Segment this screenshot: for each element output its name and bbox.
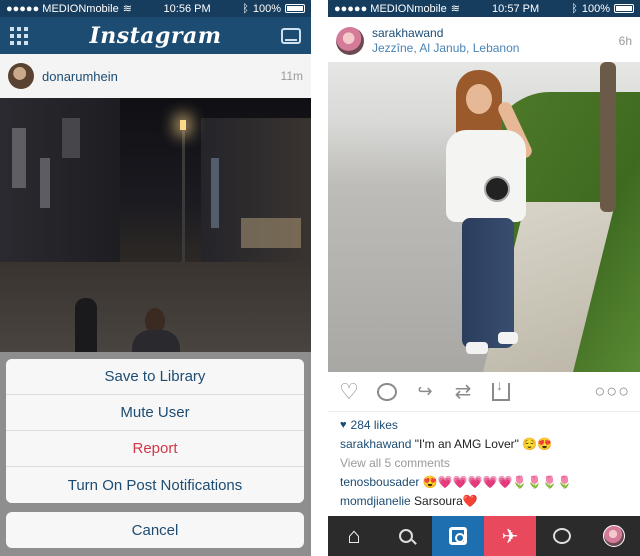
tab-camera[interactable]: [432, 516, 484, 556]
save-to-library-button[interactable]: Save to Library: [6, 359, 304, 395]
bluetooth-icon: ᛒ: [571, 2, 578, 15]
post-actions: ♡ ↪ ⇄ ○○○: [328, 372, 640, 412]
tab-profile[interactable]: [588, 516, 640, 556]
camera-icon: [449, 527, 467, 545]
battery-percent: 100%: [252, 2, 281, 15]
post-header: donarumhein 11m: [0, 54, 311, 98]
likes-count: 284 likes: [350, 418, 398, 432]
post-time: 6h: [618, 33, 632, 48]
comment-row: tenosbousader 😍💗💗💗💗💗🌷🌷🌷🌷: [340, 473, 632, 492]
tab-activity[interactable]: [536, 516, 588, 556]
tab-direct[interactable]: ✈: [484, 516, 536, 556]
carrier-label: ●●●●● MEDIONmobile: [334, 2, 447, 15]
comment-icon[interactable]: [376, 381, 398, 403]
caption-text: "I'm an AMG Lover" 😌😍: [414, 437, 553, 451]
post-location[interactable]: Jezzîne, Al Janub, Lebanon: [372, 41, 619, 56]
cancel-sheet: Cancel: [6, 512, 304, 548]
post-photo[interactable]: [0, 98, 311, 352]
report-button[interactable]: Report: [6, 431, 304, 467]
post-username[interactable]: donarumhein: [42, 69, 281, 84]
status-bar: ●●●●● MEDIONmobile ≋ 10:57 PM ᛒ 100%: [328, 0, 640, 17]
caption-username[interactable]: sarakhawand: [340, 437, 411, 451]
comment-username[interactable]: tenosbousader: [340, 475, 419, 489]
paper-plane-icon: ✈: [501, 525, 519, 548]
likes-row[interactable]: ♥ 284 likes: [340, 416, 632, 435]
building-right: [201, 118, 311, 268]
avatar[interactable]: [336, 26, 364, 55]
clock: 10:56 PM: [163, 2, 211, 15]
likes-heart-icon: ♥: [340, 419, 347, 431]
post-meta: ♥ 284 likes sarakhawand "I'm an AMG Love…: [340, 416, 632, 511]
woman-figure: [438, 70, 548, 370]
tab-search[interactable]: [380, 516, 432, 556]
post-photo[interactable]: [328, 62, 640, 372]
walking-person: [75, 298, 97, 352]
home-icon: ⌂: [347, 523, 361, 548]
status-bar: ●●●●● MEDIONmobile ≋ 10:56 PM ᛒ 100%: [0, 0, 311, 17]
activity-bubble-icon: [553, 528, 571, 544]
search-icon: [399, 529, 413, 543]
bluetooth-icon: ᛒ: [242, 2, 249, 15]
comment-text: 😍💗💗💗💗💗🌷🌷🌷🌷: [422, 475, 573, 489]
carrier-label: ●●●●● MEDIONmobile: [6, 2, 119, 15]
post-header: sarakhawand Jezzîne, Al Janub, Lebanon 6…: [328, 17, 640, 65]
left-screen: ●●●●● MEDIONmobile ≋ 10:56 PM ᛒ 100% Ins…: [0, 0, 311, 556]
amg-logo-icon: [484, 176, 510, 202]
building-left: [0, 98, 120, 268]
grid-icon[interactable]: [10, 26, 30, 45]
like-heart-icon[interactable]: ♡: [338, 379, 360, 404]
lamp-post: [182, 128, 185, 278]
profile-avatar-icon: [603, 525, 625, 547]
post-notifications-button[interactable]: Turn On Post Notifications: [6, 467, 304, 503]
avatar[interactable]: [8, 63, 34, 89]
mute-user-button[interactable]: Mute User: [6, 395, 304, 431]
wifi-icon: ≋: [122, 3, 132, 15]
wifi-icon: ≋: [450, 3, 460, 15]
comment-row: momdjianelie Sarsoura❤️: [340, 492, 632, 511]
battery-percent: 100%: [581, 2, 610, 15]
more-options-icon[interactable]: ○○○: [594, 381, 630, 402]
tree-trunk: [600, 62, 616, 212]
view-all-comments-link[interactable]: View all 5 comments: [340, 454, 632, 473]
inbox-icon[interactable]: [280, 27, 301, 44]
battery-icon: [614, 4, 634, 13]
street-lamp: [180, 120, 186, 130]
right-screen: ●●●●● MEDIONmobile ≋ 10:57 PM ᛒ 100% sar…: [328, 0, 640, 556]
comment-text: Sarsoura❤️: [414, 494, 478, 508]
instagram-logo: Instagram: [89, 22, 222, 49]
app-header: Instagram: [0, 17, 311, 54]
action-sheet: Save to Library Mute User Report Turn On…: [6, 359, 304, 503]
repost-icon[interactable]: ⇄: [452, 381, 474, 403]
post-time: 11m: [280, 69, 303, 83]
sitting-person: [120, 308, 190, 352]
tab-home[interactable]: ⌂: [328, 516, 380, 556]
tab-bar: ⌂ ✈: [328, 516, 640, 556]
caption: sarakhawand "I'm an AMG Lover" 😌😍: [340, 435, 632, 454]
battery-icon: [285, 4, 305, 13]
cancel-button[interactable]: Cancel: [6, 512, 304, 548]
post-username[interactable]: sarakhawand: [372, 26, 619, 41]
comment-username[interactable]: momdjianelie: [340, 494, 411, 508]
clock: 10:57 PM: [492, 2, 540, 15]
share-arrow-icon[interactable]: ↪: [414, 381, 436, 403]
download-icon[interactable]: [490, 377, 512, 403]
